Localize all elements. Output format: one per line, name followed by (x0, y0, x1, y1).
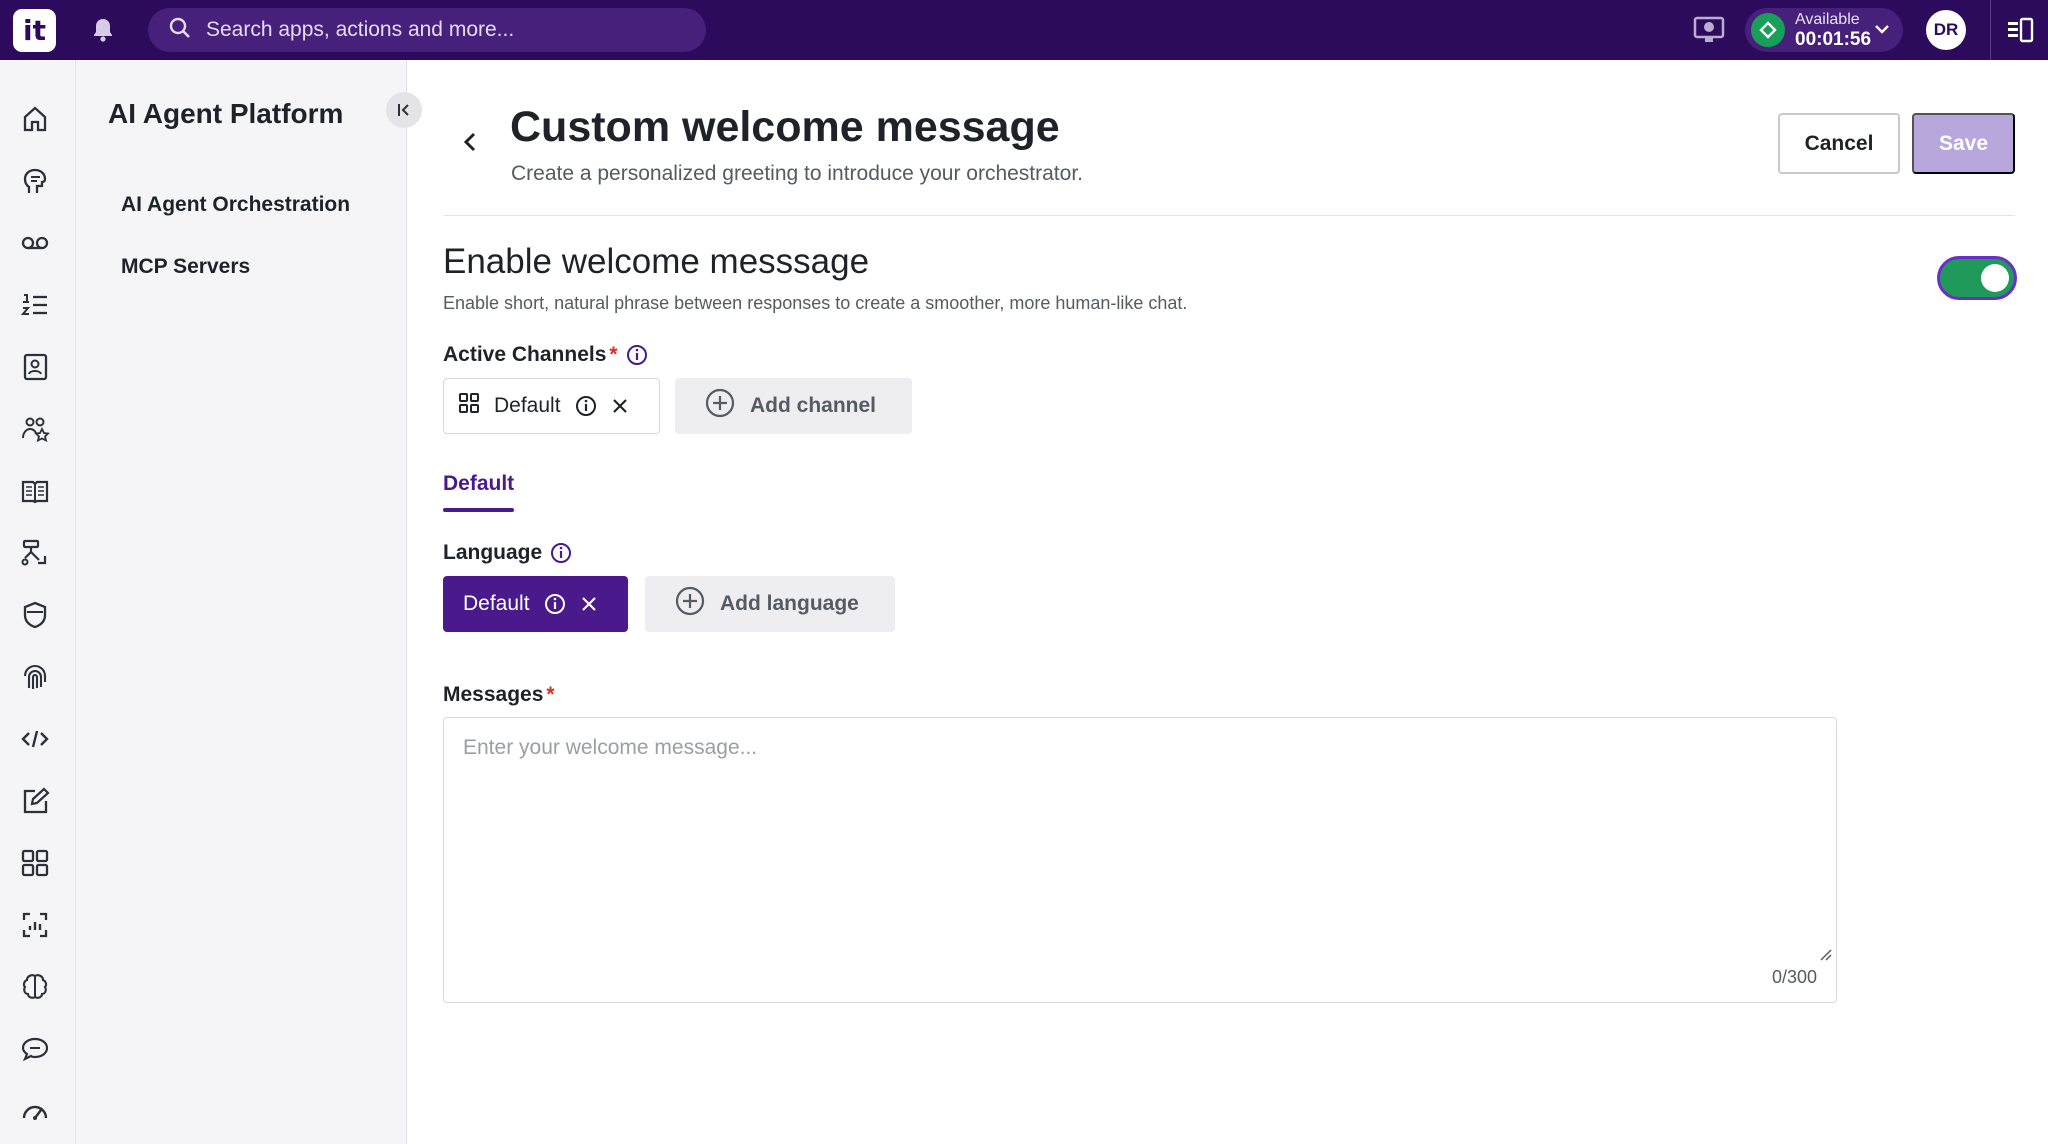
apps-grid-icon[interactable] (16, 844, 54, 882)
info-icon[interactable] (550, 542, 572, 564)
user-avatar[interactable]: DR (1926, 10, 1966, 50)
active-channels-label: Active Channels * (443, 343, 648, 367)
top-bar: it Search apps, actions and more... Avai… (0, 0, 2048, 60)
language-label: Language (443, 541, 572, 565)
info-icon[interactable] (575, 395, 597, 417)
logo-text: it (23, 14, 46, 47)
remove-language-close-icon[interactable] (580, 595, 598, 613)
notifications-bell-icon[interactable] (88, 15, 118, 45)
cancel-button[interactable]: Cancel (1778, 113, 1900, 174)
sidebar-item-mcp-servers[interactable]: MCP Servers (121, 255, 250, 279)
welcome-message-textarea[interactable]: Enter your welcome message... 0/300 (443, 717, 1837, 1003)
team-star-icon[interactable] (16, 410, 54, 448)
back-button[interactable] (459, 130, 481, 159)
chevron-left-icon (463, 132, 476, 152)
search-placeholder: Search apps, actions and more... (206, 18, 515, 41)
language-chip-label: Default (463, 592, 530, 615)
home-icon[interactable] (16, 100, 54, 138)
speedometer-icon[interactable] (16, 1092, 54, 1130)
welcome-message-toggle[interactable] (1937, 256, 2017, 300)
agent-head-icon[interactable] (16, 162, 54, 200)
status-label: Available (1795, 10, 1860, 28)
status-available-icon (1751, 13, 1785, 47)
channel-chip-default[interactable]: Default (443, 378, 660, 434)
voicemail-icon[interactable] (16, 224, 54, 262)
topbar-divider (1990, 0, 1991, 60)
plus-circle-icon (705, 388, 735, 424)
textarea-placeholder: Enter your welcome message... (463, 736, 758, 759)
search-icon (168, 16, 192, 45)
remove-channel-close-icon[interactable] (611, 397, 629, 415)
add-channel-button[interactable]: Add channel (675, 378, 912, 434)
welcome-section-title: Enable welcome messsage (443, 242, 870, 281)
welcome-section-description: Enable short, natural phrase between res… (443, 293, 1188, 313)
active-channels-label-text: Active Channels (443, 343, 607, 366)
app-logo[interactable]: it (13, 9, 56, 52)
flow-icon[interactable] (16, 534, 54, 572)
add-channel-label: Add channel (750, 394, 877, 417)
language-chip-default[interactable]: Default (443, 576, 628, 632)
code-icon[interactable] (16, 720, 54, 758)
agent-status-dropdown[interactable]: Available 00:01:56 (1745, 8, 1903, 52)
sidebar-item-ai-agent-orchestration[interactable]: AI Agent Orchestration (121, 193, 350, 217)
info-icon[interactable] (544, 593, 566, 615)
channel-grid-icon (458, 392, 480, 420)
save-button[interactable]: Save (1912, 113, 2015, 174)
required-asterisk: * (546, 683, 555, 706)
status-text: Available 00:01:56 (1795, 10, 1872, 50)
info-icon[interactable] (626, 344, 648, 366)
tab-active-indicator (443, 508, 514, 512)
icon-rail (0, 60, 76, 1144)
open-book-icon[interactable] (16, 472, 54, 510)
add-language-label: Add language (720, 592, 859, 615)
plus-circle-icon (675, 586, 705, 622)
fingerprint-icon[interactable] (16, 658, 54, 696)
contact-book-icon[interactable] (16, 348, 54, 386)
shield-icon[interactable] (16, 596, 54, 634)
page-subtitle: Create a personalized greeting to introd… (511, 162, 1083, 185)
page-title: Custom welcome message (510, 103, 1060, 151)
analytics-icon[interactable] (16, 906, 54, 944)
character-counter: 0/300 (1771, 967, 1817, 987)
channel-chip-label: Default (494, 394, 561, 417)
side-panel-icon[interactable] (2006, 16, 2034, 49)
language-label-text: Language (443, 541, 543, 564)
edit-icon[interactable] (16, 782, 54, 820)
chat-bubble-icon[interactable] (16, 1030, 54, 1068)
status-timer: 00:01:56 (1795, 28, 1872, 50)
messages-label-text: Messages (443, 683, 544, 706)
sidebar-title: AI Agent Platform (108, 98, 344, 129)
tab-default[interactable]: Default (443, 472, 514, 496)
chevron-down-icon (1873, 20, 1891, 43)
search-bar[interactable]: Search apps, actions and more... (148, 8, 706, 52)
screen-share-icon[interactable] (1692, 14, 1726, 46)
numbered-list-icon[interactable] (16, 286, 54, 324)
secondary-sidebar: AI Agent Platform AI Agent Orchestration… (76, 60, 422, 1144)
main-content: Custom welcome message Create a personal… (407, 60, 2048, 1144)
required-asterisk: * (609, 343, 618, 366)
toggle-knob (1981, 264, 2009, 292)
header-divider (443, 215, 2015, 216)
messages-label: Messages * (443, 683, 555, 707)
add-language-button[interactable]: Add language (645, 576, 895, 632)
resize-handle-icon[interactable] (1818, 947, 1832, 966)
brain-icon[interactable] (16, 968, 54, 1006)
